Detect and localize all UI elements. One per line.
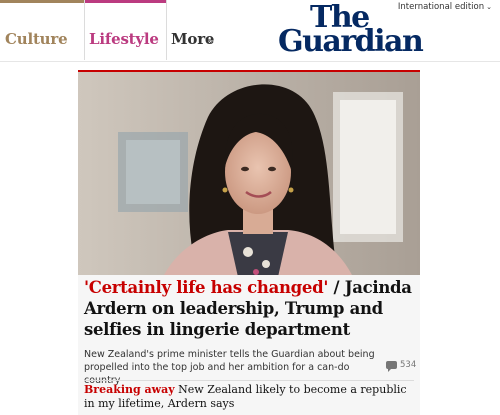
sublink-kicker: Breaking away: [84, 383, 175, 396]
standfirst: New Zealand's prime minister tells the G…: [84, 349, 375, 386]
nav-item-culture[interactable]: Culture: [0, 0, 84, 60]
sublink-story[interactable]: Breaking away New Zealand likely to beco…: [84, 383, 414, 411]
divider: [84, 380, 414, 381]
masthead: Culture Lifestyle More ⌄ International e…: [0, 0, 500, 62]
headline-kicker: 'Certainly life has changed': [84, 278, 329, 297]
guardian-logo[interactable]: The Guardian: [278, 0, 468, 60]
headline-separator: /: [328, 278, 345, 297]
comment-count[interactable]: 534: [386, 360, 417, 372]
nav-culture-underline: [0, 0, 84, 3]
story-photo[interactable]: [78, 70, 420, 275]
nav-item-more[interactable]: More ⌄: [166, 0, 226, 60]
comment-count-value: 534: [400, 360, 417, 370]
comment-bubble-icon: [386, 360, 397, 372]
chevron-down-icon: ⌄: [207, 36, 215, 46]
nav-culture-label: Culture: [5, 30, 68, 48]
nav-item-lifestyle[interactable]: Lifestyle: [84, 0, 167, 60]
nav-lifestyle-underline: [85, 0, 167, 3]
section-nav: Culture Lifestyle More ⌄: [0, 0, 225, 62]
chevron-down-icon: ⌄: [486, 3, 492, 11]
portrait-image: [78, 72, 420, 275]
headline[interactable]: 'Certainly life has changed' / Jacinda A…: [84, 277, 414, 340]
headline-block[interactable]: 'Certainly life has changed' / Jacinda A…: [84, 277, 414, 340]
logo-line-2: Guardian: [278, 24, 424, 59]
headline-card[interactable]: 'Certainly life has changed' / Jacinda A…: [78, 70, 420, 415]
nav-lifestyle-label: Lifestyle: [89, 30, 159, 48]
